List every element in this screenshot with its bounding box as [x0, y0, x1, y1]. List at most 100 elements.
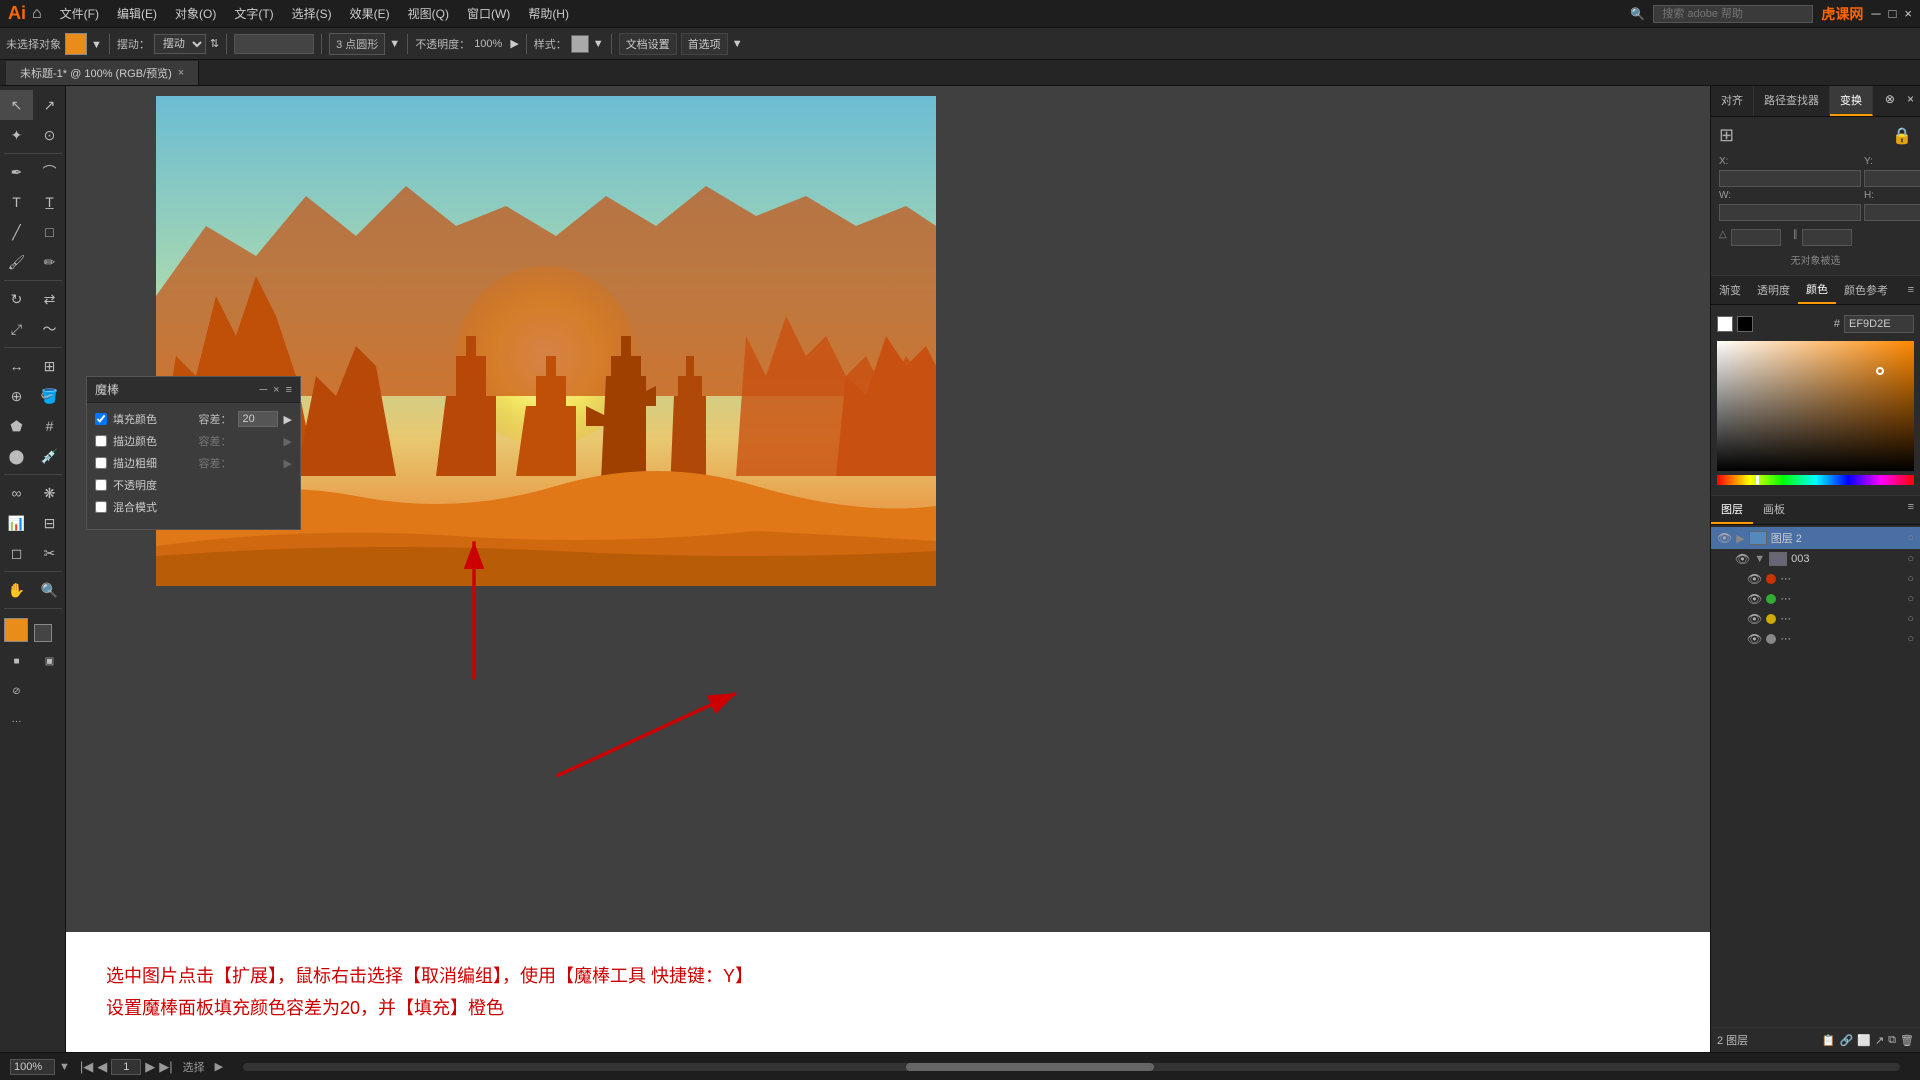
menu-object[interactable]: 对象(O) [167, 2, 224, 25]
white-swatch[interactable] [1717, 316, 1733, 332]
layers-export-icon[interactable]: ↗ [1875, 1034, 1884, 1047]
layer003-expand-icon[interactable]: ▼ [1754, 553, 1765, 565]
layers-new-layer-icon[interactable]: 📋 [1822, 1034, 1836, 1047]
tab-layers[interactable]: 图层 [1711, 496, 1753, 524]
menu-text[interactable]: 文字(T) [226, 2, 281, 25]
y-input[interactable] [1864, 170, 1920, 187]
layer2-vis-icon[interactable]: 👁 [1717, 531, 1732, 545]
rotate-tool[interactable]: ↻ [0, 284, 33, 314]
search-input[interactable] [1653, 5, 1813, 23]
zoom-tool[interactable]: 🔍 [33, 575, 66, 605]
opacity-arrow[interactable]: ▶ [510, 37, 518, 50]
layers-duplicate-icon[interactable]: ⧉ [1888, 1034, 1896, 1047]
warp-tool[interactable]: 〜 [33, 314, 66, 344]
tab-pathfinder[interactable]: 路径查找器 [1754, 86, 1830, 116]
type-tool[interactable]: T [0, 187, 33, 217]
preferences-dropdown[interactable]: ▼ [732, 38, 743, 50]
foreground-color[interactable] [4, 618, 28, 642]
eyedropper-tool[interactable]: 💉 [33, 441, 66, 471]
background-color[interactable] [34, 624, 52, 642]
document-tab[interactable]: 未标题-1* @ 100% (RGB/预览) × [6, 61, 199, 85]
layer-item-green[interactable]: 👁 ··· ○ [1711, 589, 1920, 609]
close-icon[interactable]: × [1904, 6, 1912, 21]
hex-color-input[interactable]: EF9D2E [1844, 315, 1914, 333]
layer003-vis-icon[interactable]: 👁 [1735, 552, 1750, 566]
x-input[interactable] [1719, 170, 1861, 187]
first-page-btn[interactable]: |◀ [80, 1059, 93, 1075]
live-paint-tool[interactable]: 🪣 [33, 381, 66, 411]
menu-effect[interactable]: 效果(E) [342, 2, 398, 25]
menu-view[interactable]: 视图(Q) [400, 2, 457, 25]
tab-align[interactable]: 对齐 [1711, 86, 1754, 116]
layer-item-gray[interactable]: 👁 ··· ○ [1711, 629, 1920, 649]
slice-tool[interactable]: ⊟ [33, 508, 66, 538]
layer-item-003[interactable]: 👁 ▼ 003 ○ [1711, 549, 1920, 569]
eraser-tool[interactable]: ◻ [0, 538, 33, 568]
point-dropdown-icon[interactable]: ▼ [389, 38, 400, 50]
blend-mode-checkbox[interactable] [95, 501, 107, 513]
selection-tool[interactable]: ↖ [0, 90, 33, 120]
menu-help[interactable]: 帮助(H) [520, 2, 577, 25]
menu-file[interactable]: 文件(F) [52, 2, 107, 25]
magic-wand-tool[interactable]: ✦ [0, 120, 33, 150]
next-page-btn[interactable]: ▶ [145, 1059, 155, 1075]
color-panel-menu[interactable]: ≡ [1902, 279, 1920, 301]
curvature-tool[interactable]: ⌒ [33, 157, 66, 187]
stroke-selector[interactable]: ▼ [91, 37, 102, 51]
panel-minimize-btn[interactable]: ─ [259, 384, 267, 396]
fill-tolerance-arrow[interactable]: ▶ [284, 413, 292, 426]
scissors-tool[interactable]: ✂ [33, 538, 66, 568]
home-icon[interactable]: ⌂ [32, 5, 42, 23]
layer-item-layer2[interactable]: 👁 ▶ 图层 2 ○ [1711, 527, 1920, 549]
perspective-tool[interactable]: ⬟ [0, 411, 33, 441]
hand-tool[interactable]: ✋ [0, 575, 33, 605]
paintbrush-tool[interactable]: 🖌 [0, 247, 33, 277]
prev-page-btn[interactable]: ◀ [97, 1059, 107, 1075]
symbol-sprayer-tool[interactable]: ❋ [33, 478, 66, 508]
extra-tools-btn[interactable]: ··· [0, 706, 33, 736]
column-graph-tool[interactable]: 📊 [0, 508, 33, 538]
panel-menu-btn[interactable]: ≡ [286, 384, 292, 396]
opacity-checkbox[interactable] [95, 479, 107, 491]
up-down-icon[interactable]: ⇅ [210, 37, 219, 50]
last-page-btn[interactable]: ▶| [159, 1059, 172, 1075]
blend-tool[interactable]: ∞ [0, 478, 33, 508]
none-mode-icon[interactable]: ⊘ [0, 676, 33, 706]
black-swatch[interactable] [1737, 316, 1753, 332]
width-tool[interactable]: ↔ [0, 351, 33, 381]
tab-color[interactable]: 颜色 [1798, 276, 1836, 304]
fill-color-box[interactable] [65, 33, 87, 55]
direct-select-tool[interactable]: ↗ [33, 90, 66, 120]
free-transform-tool[interactable]: ⊞ [33, 351, 66, 381]
tab-artboards[interactable]: 画板 [1753, 496, 1795, 524]
shear-input[interactable] [1802, 229, 1852, 246]
reflect-tool[interactable]: ⇄ [33, 284, 66, 314]
w-input[interactable] [1719, 204, 1861, 221]
menu-window[interactable]: 窗口(W) [459, 2, 518, 25]
lasso-tool[interactable]: ⊙ [33, 120, 66, 150]
fill-color-checkbox[interactable] [95, 413, 107, 425]
tab-close-btn[interactable]: × [178, 67, 184, 79]
canvas-area[interactable]: 魔棒 ─ × ≡ 填充颜色 容差： ▶ [66, 86, 1710, 1052]
pen-tool[interactable]: ✒ [0, 157, 33, 187]
layer-item-yellow[interactable]: 👁 ··· ○ [1711, 609, 1920, 629]
gradient-mode-icon[interactable]: ▣ [33, 646, 66, 676]
mesh-tool[interactable]: # [33, 411, 66, 441]
preferences-btn[interactable]: 首选项 [681, 33, 728, 55]
panel-settings-icon[interactable]: ⊗ [1879, 86, 1901, 116]
touch-type-tool[interactable]: T̲ [33, 187, 66, 217]
layer-yellow-vis[interactable]: 👁 [1747, 612, 1762, 626]
color-mode-icon[interactable]: ■ [0, 646, 33, 676]
tab-gradient[interactable]: 渐变 [1711, 277, 1749, 303]
gradient-tool[interactable]: ⬤ [0, 441, 33, 471]
layer-gray-vis[interactable]: 👁 [1747, 632, 1762, 646]
play-btn[interactable]: ▶ [215, 1060, 223, 1073]
hue-slider[interactable] [1717, 475, 1914, 485]
tab-color-ref[interactable]: 颜色参考 [1836, 277, 1896, 303]
brush-select[interactable]: 摆动 [154, 34, 206, 54]
tab-transparency[interactable]: 透明度 [1749, 277, 1798, 303]
page-input[interactable] [111, 1059, 141, 1075]
menu-select[interactable]: 选择(S) [284, 2, 340, 25]
style-dropdown-icon[interactable]: ▼ [593, 38, 604, 50]
layer2-expand-icon[interactable]: ▶ [1736, 532, 1744, 545]
